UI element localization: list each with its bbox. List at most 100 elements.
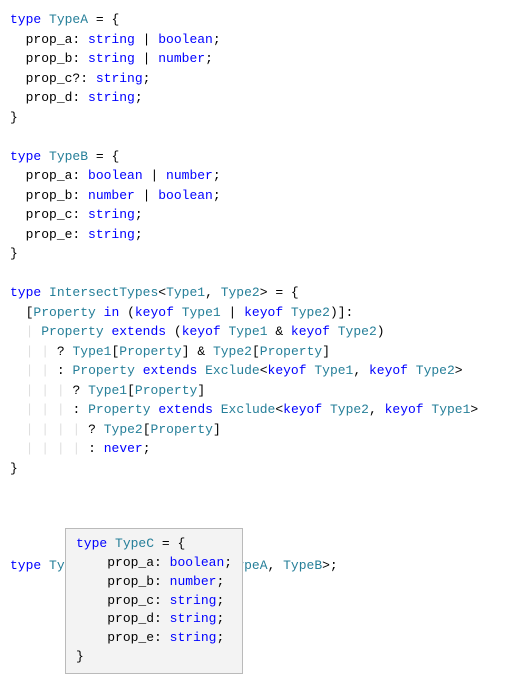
punct: , — [268, 558, 284, 573]
type-ref: number — [158, 51, 205, 66]
punct: ] — [213, 422, 221, 437]
punct: [ — [127, 383, 135, 398]
punct: ] — [197, 383, 205, 398]
punct: ) — [377, 324, 385, 339]
punct: ] — [322, 344, 330, 359]
keyword-keyof: keyof — [244, 305, 291, 320]
tooltip-code: type TypeC = { prop_a: boolean; prop_b: … — [76, 535, 232, 667]
type-ref: string — [170, 593, 217, 608]
keyword-keyof: keyof — [135, 305, 182, 320]
type-ref: Type1 — [314, 363, 353, 378]
keyword-keyof: keyof — [291, 324, 338, 339]
punct: > — [455, 363, 463, 378]
type-ref: Exclude — [221, 402, 276, 417]
keyword-extends: extends — [151, 402, 221, 417]
type-param: Type2 — [221, 285, 260, 300]
prop-name: prop_b — [107, 574, 154, 589]
punct: ( — [174, 324, 182, 339]
type-ref: Type2 — [104, 422, 143, 437]
prop-name: prop_c — [107, 593, 154, 608]
type-ref: string — [88, 32, 135, 47]
type-ref: string — [170, 630, 217, 645]
type-ref: Type2 — [338, 324, 377, 339]
punct: , — [353, 363, 369, 378]
punct: ) — [330, 305, 338, 320]
punct: , — [205, 285, 221, 300]
punct: < — [275, 402, 283, 417]
type-param: Type1 — [166, 285, 205, 300]
type-ref: Property — [41, 324, 103, 339]
type-ref: Property — [135, 383, 197, 398]
type-ref: Type1 — [182, 305, 221, 320]
type-ref: boolean — [88, 168, 143, 183]
type-ref: Property — [119, 344, 181, 359]
prop-name: prop_a — [26, 168, 73, 183]
keyword-type: type — [10, 12, 41, 27]
prop-name: prop_e — [107, 630, 154, 645]
optional-marker: ? — [72, 71, 80, 86]
hover-tooltip: type TypeC = { prop_a: boolean; prop_b: … — [65, 528, 243, 674]
punct: = { — [268, 285, 299, 300]
prop-name: prop_e — [26, 227, 73, 242]
type-ref: Type2 — [416, 363, 455, 378]
ternary-q: ? — [88, 422, 104, 437]
prop-name: prop_b — [26, 188, 73, 203]
type-ref: Type1 — [88, 383, 127, 398]
punct: | — [221, 305, 244, 320]
punct: = { — [88, 12, 119, 27]
prop-name: prop_a — [107, 555, 154, 570]
type-ref: Type1 — [72, 344, 111, 359]
punct: } — [10, 461, 18, 476]
punct: = { — [88, 149, 119, 164]
type-ref: Exclude — [205, 363, 260, 378]
type-ref: Property — [88, 402, 150, 417]
keyword-never: never — [104, 441, 143, 456]
keyword-extends: extends — [135, 363, 205, 378]
punct: , — [369, 402, 385, 417]
keyword-keyof: keyof — [385, 402, 432, 417]
punct: >; — [322, 558, 338, 573]
prop-name: prop_d — [107, 611, 154, 626]
keyword-extends: extends — [104, 324, 174, 339]
punct: > — [470, 402, 478, 417]
punct: } — [76, 649, 84, 664]
code: type TypeA = { prop_a: string | boolean;… — [10, 10, 505, 576]
code-block: type TypeA = { prop_a: string | boolean;… — [10, 10, 505, 576]
punct: & — [190, 344, 213, 359]
punct: = { — [154, 536, 185, 551]
type-ref: TypeB — [283, 558, 322, 573]
punct: & — [268, 324, 291, 339]
type-name: IntersectTypes — [49, 285, 158, 300]
punct: > — [260, 285, 268, 300]
type-ref: string — [96, 71, 143, 86]
prop-name: prop_c — [26, 207, 73, 222]
type-ref: string — [88, 51, 135, 66]
type-ref: boolean — [158, 32, 213, 47]
keyword-type: type — [10, 285, 41, 300]
type-ref: boolean — [170, 555, 225, 570]
punct: ; — [143, 441, 151, 456]
ternary-q: ? — [57, 344, 73, 359]
punct: ( — [127, 305, 135, 320]
keyword-type: type — [10, 558, 41, 573]
punct: < — [158, 285, 166, 300]
keyword-type: type — [76, 536, 107, 551]
prop-name: prop_c — [26, 71, 73, 86]
ternary-c: : — [57, 363, 73, 378]
type-ref: Type2 — [330, 402, 369, 417]
mapped-key: Property — [33, 305, 95, 320]
type-name: TypeC — [115, 536, 154, 551]
ternary-c: : — [72, 402, 88, 417]
type-ref: number — [88, 188, 135, 203]
punct: [ — [252, 344, 260, 359]
keyword-keyof: keyof — [268, 363, 315, 378]
type-ref: Type2 — [291, 305, 330, 320]
punct: < — [260, 363, 268, 378]
ternary-c: : — [88, 441, 104, 456]
type-ref: Property — [151, 422, 213, 437]
prop-name: prop_d — [26, 90, 73, 105]
punct: ]: — [338, 305, 354, 320]
type-ref: number — [166, 168, 213, 183]
type-name: TypeB — [49, 149, 88, 164]
keyword-in: in — [96, 305, 127, 320]
